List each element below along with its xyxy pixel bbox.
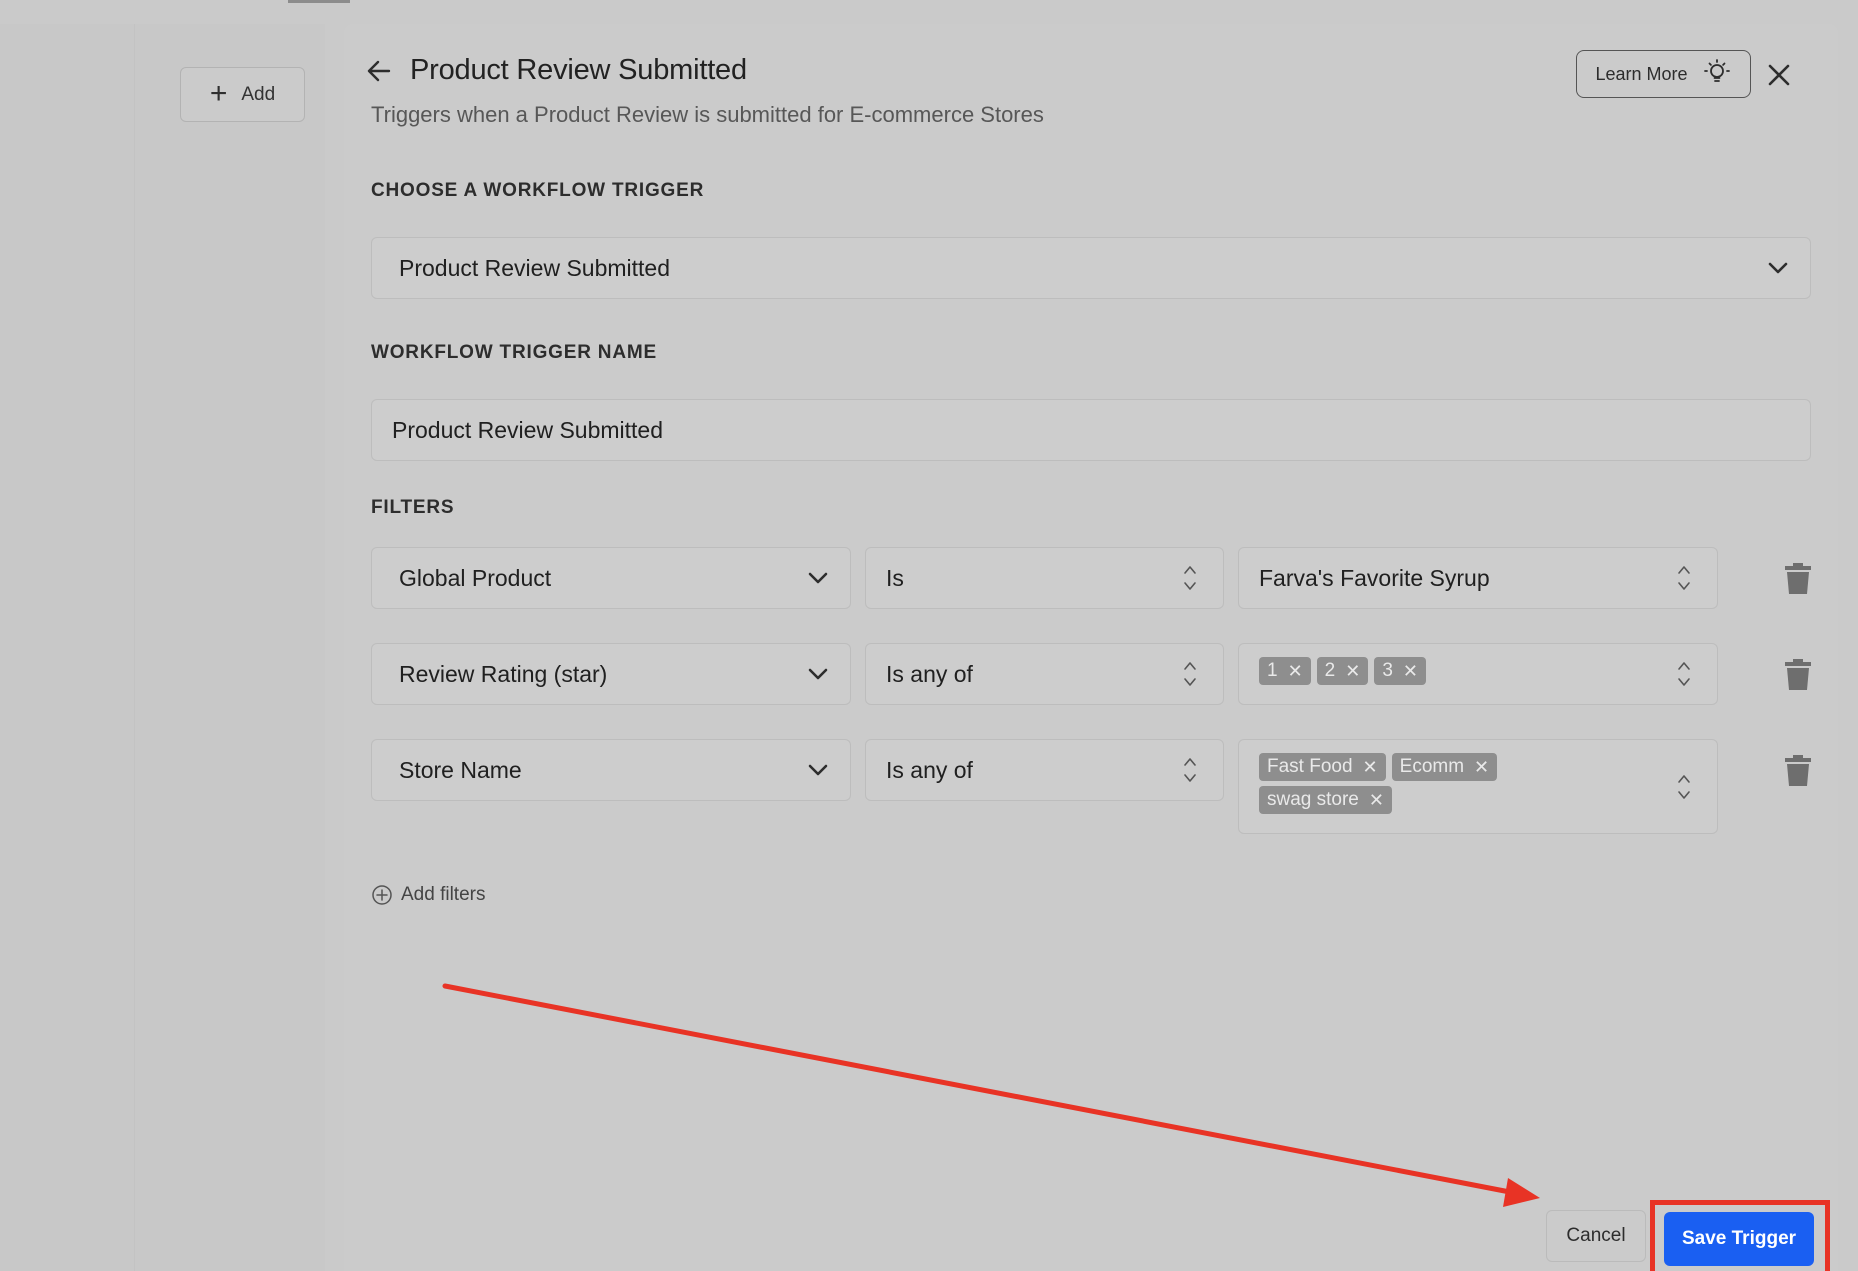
trash-icon[interactable] bbox=[1784, 561, 1812, 595]
updown-icon bbox=[1184, 566, 1196, 590]
remove-tag-icon[interactable]: ✕ bbox=[1369, 791, 1384, 809]
filter-field-value: Global Product bbox=[399, 564, 552, 591]
filter-operator-select[interactable]: Is bbox=[865, 547, 1224, 609]
remove-tag-icon[interactable]: ✕ bbox=[1345, 662, 1360, 680]
plus-icon: + bbox=[209, 76, 228, 110]
trigger-name-label: WORKFLOW TRIGGER NAME bbox=[371, 342, 657, 363]
updown-icon bbox=[1184, 662, 1196, 686]
tag-chip: swag store ✕ bbox=[1259, 786, 1392, 814]
learn-more-label: Learn More bbox=[1595, 63, 1688, 84]
chevron-down-icon bbox=[808, 764, 828, 776]
tag-list: Fast Food ✕ Ecomm ✕ swag store ✕ bbox=[1259, 753, 1559, 819]
top-tab-indicator bbox=[288, 0, 350, 3]
chevron-down-icon bbox=[808, 668, 828, 680]
remove-tag-icon[interactable]: ✕ bbox=[1403, 662, 1418, 680]
plus-circle-icon bbox=[372, 885, 392, 905]
left-column: + Add bbox=[0, 24, 325, 1271]
save-trigger-button[interactable]: Save Trigger bbox=[1664, 1212, 1814, 1266]
filter-value-multiselect[interactable]: Fast Food ✕ Ecomm ✕ swag store ✕ bbox=[1238, 739, 1718, 834]
add-button[interactable]: + Add bbox=[180, 67, 305, 122]
remove-tag-icon[interactable]: ✕ bbox=[1288, 662, 1303, 680]
trash-icon[interactable] bbox=[1784, 657, 1812, 691]
tag-chip: 1 ✕ bbox=[1259, 657, 1311, 685]
updown-icon bbox=[1678, 662, 1690, 686]
filter-operator-value: Is bbox=[886, 564, 904, 591]
filter-value-select[interactable]: Farva's Favorite Syrup bbox=[1238, 547, 1718, 609]
chevron-down-icon bbox=[1768, 262, 1788, 274]
filter-operator-select[interactable]: Is any of bbox=[865, 739, 1224, 801]
updown-icon bbox=[1678, 774, 1690, 799]
add-filters-label: Add filters bbox=[401, 884, 486, 905]
filter-field-value: Store Name bbox=[399, 756, 522, 783]
filter-field-value: Review Rating (star) bbox=[399, 660, 608, 687]
filter-value-multiselect[interactable]: 1 ✕ 2 ✕ 3 ✕ bbox=[1238, 643, 1718, 705]
tag-chip: Ecomm ✕ bbox=[1391, 753, 1498, 781]
add-button-label: Add bbox=[241, 83, 276, 105]
filter-value-text: Farva's Favorite Syrup bbox=[1259, 564, 1490, 591]
cancel-button[interactable]: Cancel bbox=[1546, 1210, 1646, 1262]
learn-more-button[interactable]: Learn More bbox=[1576, 50, 1751, 98]
page-subtitle: Triggers when a Product Review is submit… bbox=[371, 102, 1044, 127]
filter-field-select[interactable]: Global Product bbox=[371, 547, 851, 609]
tag-chip: 2 ✕ bbox=[1316, 657, 1369, 685]
filter-field-select[interactable]: Store Name bbox=[371, 739, 851, 801]
trigger-select[interactable]: Product Review Submitted bbox=[371, 237, 1811, 299]
filter-operator-value: Is any of bbox=[886, 756, 973, 783]
trigger-name-input[interactable]: Product Review Submitted bbox=[371, 399, 1811, 461]
trigger-select-value: Product Review Submitted bbox=[399, 254, 671, 281]
back-arrow-icon[interactable] bbox=[366, 58, 392, 84]
trash-icon[interactable] bbox=[1784, 753, 1812, 787]
lightbulb-icon bbox=[1702, 57, 1732, 92]
panel-header: Product Review Submitted bbox=[366, 54, 747, 87]
updown-icon bbox=[1678, 566, 1690, 590]
trigger-panel: Product Review Submitted Triggers when a… bbox=[344, 24, 1838, 1271]
filter-operator-value: Is any of bbox=[886, 660, 973, 687]
tag-chip: Fast Food ✕ bbox=[1259, 753, 1386, 781]
filters-label: FILTERS bbox=[371, 497, 455, 518]
close-icon[interactable] bbox=[1762, 58, 1796, 92]
chevron-down-icon bbox=[808, 572, 828, 584]
trigger-name-value: Product Review Submitted bbox=[392, 416, 664, 443]
filter-operator-select[interactable]: Is any of bbox=[865, 643, 1224, 705]
remove-tag-icon[interactable]: ✕ bbox=[1474, 758, 1489, 776]
tag-chip: 3 ✕ bbox=[1374, 657, 1427, 685]
choose-trigger-label: CHOOSE A WORKFLOW TRIGGER bbox=[371, 180, 705, 201]
remove-tag-icon[interactable]: ✕ bbox=[1363, 758, 1378, 776]
tag-list: 1 ✕ 2 ✕ 3 ✕ bbox=[1259, 657, 1659, 690]
updown-icon bbox=[1184, 758, 1196, 782]
page-title: Product Review Submitted bbox=[410, 54, 747, 86]
add-filters-link[interactable]: Add filters bbox=[371, 884, 485, 906]
filter-field-select[interactable]: Review Rating (star) bbox=[371, 643, 851, 705]
